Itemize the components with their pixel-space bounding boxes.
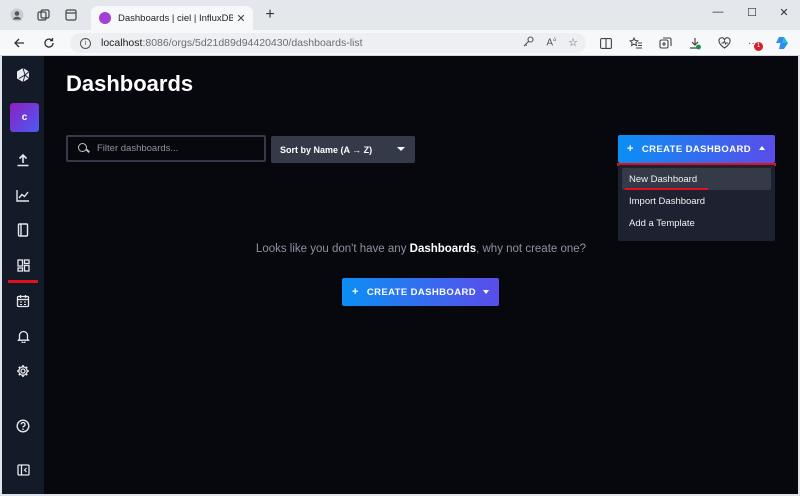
browser-essentials-icon[interactable] (716, 35, 732, 51)
org-initial: c (21, 112, 28, 123)
new-tab-button[interactable]: + (261, 6, 279, 24)
menu-item-import-dashboard[interactable]: Import Dashboard (622, 190, 771, 212)
favorites-list-icon[interactable] (627, 35, 643, 51)
tab-close-icon[interactable]: ✕ (233, 12, 249, 25)
search-input[interactable] (97, 143, 257, 154)
caret-up-icon (759, 146, 765, 150)
favorite-star-icon[interactable]: ☆ (568, 36, 578, 50)
caret-down-icon (397, 147, 405, 151)
influx-logo-icon[interactable] (2, 62, 44, 88)
menu-item-new-dashboard[interactable]: New Dashboard (622, 168, 771, 190)
upload-icon[interactable] (2, 147, 44, 173)
collections-icon[interactable] (657, 35, 673, 51)
tab-actions-icon[interactable] (62, 6, 80, 24)
menu-item-add-template[interactable]: Add a Template (622, 212, 771, 234)
split-screen-icon[interactable] (598, 35, 614, 51)
workspaces-icon[interactable] (34, 6, 52, 24)
url-path: :8086/orgs/5d21d89d94420430/dashboards-l… (142, 37, 363, 49)
create-dashboard-label: CREATE DASHBOARD (366, 286, 476, 298)
empty-state-suffix: , why not create one? (476, 243, 587, 255)
menu-item-label: Add a Template (629, 217, 695, 229)
browser-tab-bar: Dashboards | ciel | InfluxDB ✕ + — ☐ ✕ (0, 0, 800, 30)
url-input[interactable]: i localhost:8086/orgs/5d21d89d94420430/d… (70, 33, 586, 53)
plus-icon: + (627, 143, 634, 155)
plus-icon: + (352, 286, 359, 298)
profile-icon[interactable] (8, 6, 26, 24)
site-info-icon[interactable]: i (80, 37, 91, 49)
bell-icon[interactable] (2, 323, 44, 349)
url-host: localhost (101, 37, 143, 49)
calendar-icon[interactable] (2, 288, 44, 314)
main-content: Dashboards Sort by Name (A → Z) + CREATE… (44, 56, 798, 494)
empty-state-create-dashboard-button[interactable]: + CREATE DASHBOARD (342, 278, 499, 306)
dashboards-icon[interactable] (2, 252, 44, 278)
graph-icon[interactable] (2, 182, 44, 208)
close-window-button[interactable]: ✕ (773, 4, 795, 20)
key-icon[interactable] (523, 36, 534, 50)
menu-item-label: Import Dashboard (629, 195, 706, 207)
filter-dashboards-search[interactable] (66, 135, 266, 162)
new-dashboard-highlight (625, 188, 708, 190)
back-arrow-icon[interactable] (10, 34, 28, 52)
sort-label: Sort by Name (A → Z) (280, 144, 373, 155)
minimize-button[interactable]: — (707, 4, 729, 20)
create-dashboard-menu: New Dashboard Import Dashboard Add a Tem… (618, 165, 775, 241)
downloads-icon[interactable] (687, 35, 703, 51)
maximize-button[interactable]: ☐ (741, 4, 763, 20)
page-title: Dashboards (66, 71, 194, 96)
search-icon (78, 143, 89, 154)
more-options-icon[interactable]: ··· 1 (745, 35, 763, 51)
notebook-icon[interactable] (2, 217, 44, 243)
tab-title: Dashboards | ciel | InfluxDB (118, 12, 233, 24)
gear-icon[interactable] (2, 358, 44, 384)
collapse-icon[interactable] (2, 457, 44, 483)
sort-dropdown[interactable]: Sort by Name (A → Z) (271, 136, 415, 163)
extension-badge: 1 (754, 42, 763, 51)
refresh-icon[interactable] (40, 34, 58, 52)
address-bar: i localhost:8086/orgs/5d21d89d94420430/d… (0, 30, 800, 56)
empty-state-prefix: Looks like you don't have any (255, 243, 410, 255)
create-dashboard-button[interactable]: + CREATE DASHBOARD (618, 135, 775, 163)
caret-down-icon (483, 290, 489, 294)
help-icon[interactable] (2, 413, 44, 439)
influxdb-app: c Dashboards Filter dashboards... Sort b… (2, 56, 798, 494)
empty-state-emphasis: Dashboards (409, 243, 477, 255)
read-aloud-icon[interactable]: Aა (546, 36, 556, 50)
empty-state-message: Looks like you don't have any Dashboards… (44, 243, 798, 255)
menu-item-label: New Dashboard (629, 173, 698, 185)
browser-tab[interactable]: Dashboards | ciel | InfluxDB ✕ (91, 6, 253, 30)
create-dashboard-label: CREATE DASHBOARD (641, 143, 751, 155)
active-nav-underline (8, 280, 38, 283)
copilot-icon[interactable] (774, 35, 790, 51)
sidebar-nav: c (2, 56, 44, 494)
org-avatar-button[interactable]: c (10, 103, 39, 132)
influxdb-favicon-icon (99, 12, 111, 24)
